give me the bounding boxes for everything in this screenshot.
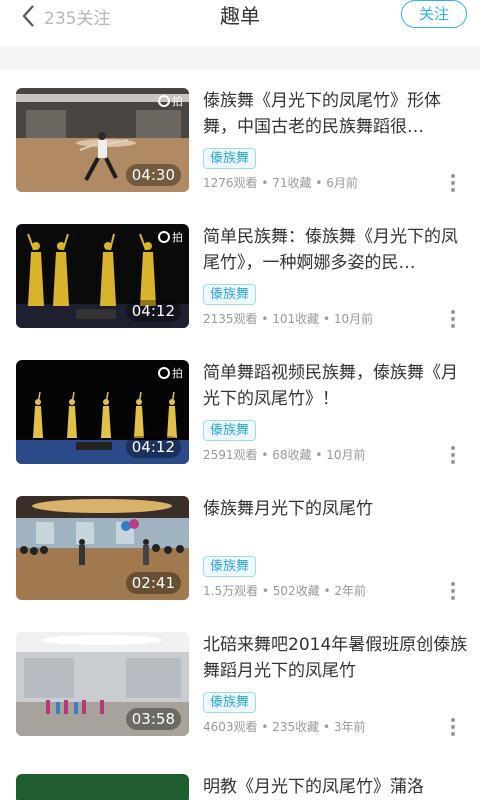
video-duration: 03:58 bbox=[125, 708, 181, 730]
video-app-logo: 拍 bbox=[158, 365, 183, 381]
video-stats: 1.5万观看 • 502收藏 • 2年前 bbox=[203, 584, 367, 598]
separator bbox=[0, 46, 480, 70]
more-icon[interactable] bbox=[446, 172, 460, 194]
video-thumbnail[interactable]: 拍 04:12 bbox=[16, 224, 189, 328]
video-info: 北碚来舞吧2014年暑假班原创傣族舞蹈月光下的凤尾竹 bbox=[203, 632, 473, 684]
video-title[interactable]: 简单民族舞：傣族舞《月光下的凤尾竹》，一种婀娜多姿的民… bbox=[203, 224, 473, 276]
video-stats: 2135观看 • 101收藏 • 10月前 bbox=[203, 312, 374, 326]
video-app-logo: 拍 bbox=[158, 229, 183, 245]
list-item-partial[interactable]: 明教《月光下的凤尾竹》蒲洛 bbox=[0, 750, 480, 800]
video-stats: 4603观看 • 235收藏 • 3年前 bbox=[203, 720, 366, 734]
video-title[interactable]: 傣族舞月光下的凤尾竹 bbox=[203, 496, 473, 522]
list-item[interactable]: 03:58 北碚来舞吧2014年暑假班原创傣族舞蹈月光下的凤尾竹 傣族舞 460… bbox=[0, 614, 480, 750]
video-thumbnail[interactable]: 02:41 bbox=[16, 496, 189, 600]
more-icon[interactable] bbox=[446, 580, 460, 602]
video-thumbnail[interactable] bbox=[16, 774, 189, 800]
category-tag[interactable]: 傣族舞 bbox=[203, 692, 257, 713]
header: 235关注 趣单 关注 bbox=[0, 0, 480, 46]
video-duration: 04:12 bbox=[125, 300, 181, 322]
list-item[interactable]: 拍 04:12 简单舞蹈视频民族舞，傣族舞《月光下的凤尾竹》！ 傣族舞 2591… bbox=[0, 342, 480, 478]
video-duration: 04:12 bbox=[125, 436, 181, 458]
list-item[interactable]: 02:41 傣族舞月光下的凤尾竹 傣族舞 1.5万观看 • 502收藏 • 2年… bbox=[0, 478, 480, 614]
video-info: 傣族舞《月光下的凤尾竹》形体舞，中国古老的民族舞蹈很… bbox=[203, 88, 473, 140]
video-info: 简单舞蹈视频民族舞，傣族舞《月光下的凤尾竹》！ bbox=[203, 360, 473, 412]
logo-label: 拍 bbox=[172, 367, 183, 380]
video-stats: 1276观看 • 71收藏 • 6月前 bbox=[203, 176, 358, 190]
video-thumbnail[interactable]: 03:58 bbox=[16, 632, 189, 736]
video-info: 傣族舞月光下的凤尾竹 bbox=[203, 496, 473, 522]
category-tag[interactable]: 傣族舞 bbox=[203, 148, 257, 169]
video-info: 简单民族舞：傣族舞《月光下的凤尾竹》，一种婀娜多姿的民… bbox=[203, 224, 473, 276]
video-title[interactable]: 明教《月光下的凤尾竹》蒲洛 bbox=[203, 772, 424, 797]
video-stats: 2591观看 • 68收藏 • 10月前 bbox=[203, 448, 366, 462]
logo-label: 拍 bbox=[172, 231, 183, 244]
camera-icon bbox=[158, 367, 170, 379]
camera-icon bbox=[158, 95, 170, 107]
video-thumbnail[interactable]: 拍 04:12 bbox=[16, 360, 189, 464]
video-title[interactable]: 傣族舞《月光下的凤尾竹》形体舞，中国古老的民族舞蹈很… bbox=[203, 88, 473, 140]
camera-icon bbox=[158, 231, 170, 243]
video-title[interactable]: 简单舞蹈视频民族舞，傣族舞《月光下的凤尾竹》！ bbox=[203, 360, 473, 412]
logo-label: 拍 bbox=[172, 95, 183, 108]
follow-button[interactable]: 关注 bbox=[401, 0, 467, 28]
more-icon[interactable] bbox=[446, 444, 460, 466]
video-list: 拍 04:30 傣族舞《月光下的凤尾竹》形体舞，中国古老的民族舞蹈很… 傣族舞 … bbox=[0, 70, 480, 750]
category-tag[interactable]: 傣族舞 bbox=[203, 420, 257, 441]
more-icon[interactable] bbox=[446, 716, 460, 738]
list-item[interactable]: 拍 04:30 傣族舞《月光下的凤尾竹》形体舞，中国古老的民族舞蹈很… 傣族舞 … bbox=[0, 70, 480, 206]
list-item[interactable]: 拍 04:12 简单民族舞：傣族舞《月光下的凤尾竹》，一种婀娜多姿的民… 傣族舞… bbox=[0, 206, 480, 342]
category-tag[interactable]: 傣族舞 bbox=[203, 556, 257, 577]
video-duration: 02:41 bbox=[125, 572, 181, 594]
video-thumbnail[interactable]: 拍 04:30 bbox=[16, 88, 189, 192]
video-app-logo: 拍 bbox=[158, 93, 183, 109]
more-icon[interactable] bbox=[446, 308, 460, 330]
video-duration: 04:30 bbox=[125, 164, 181, 186]
category-tag[interactable]: 傣族舞 bbox=[203, 284, 257, 305]
video-title[interactable]: 北碚来舞吧2014年暑假班原创傣族舞蹈月光下的凤尾竹 bbox=[203, 632, 473, 684]
